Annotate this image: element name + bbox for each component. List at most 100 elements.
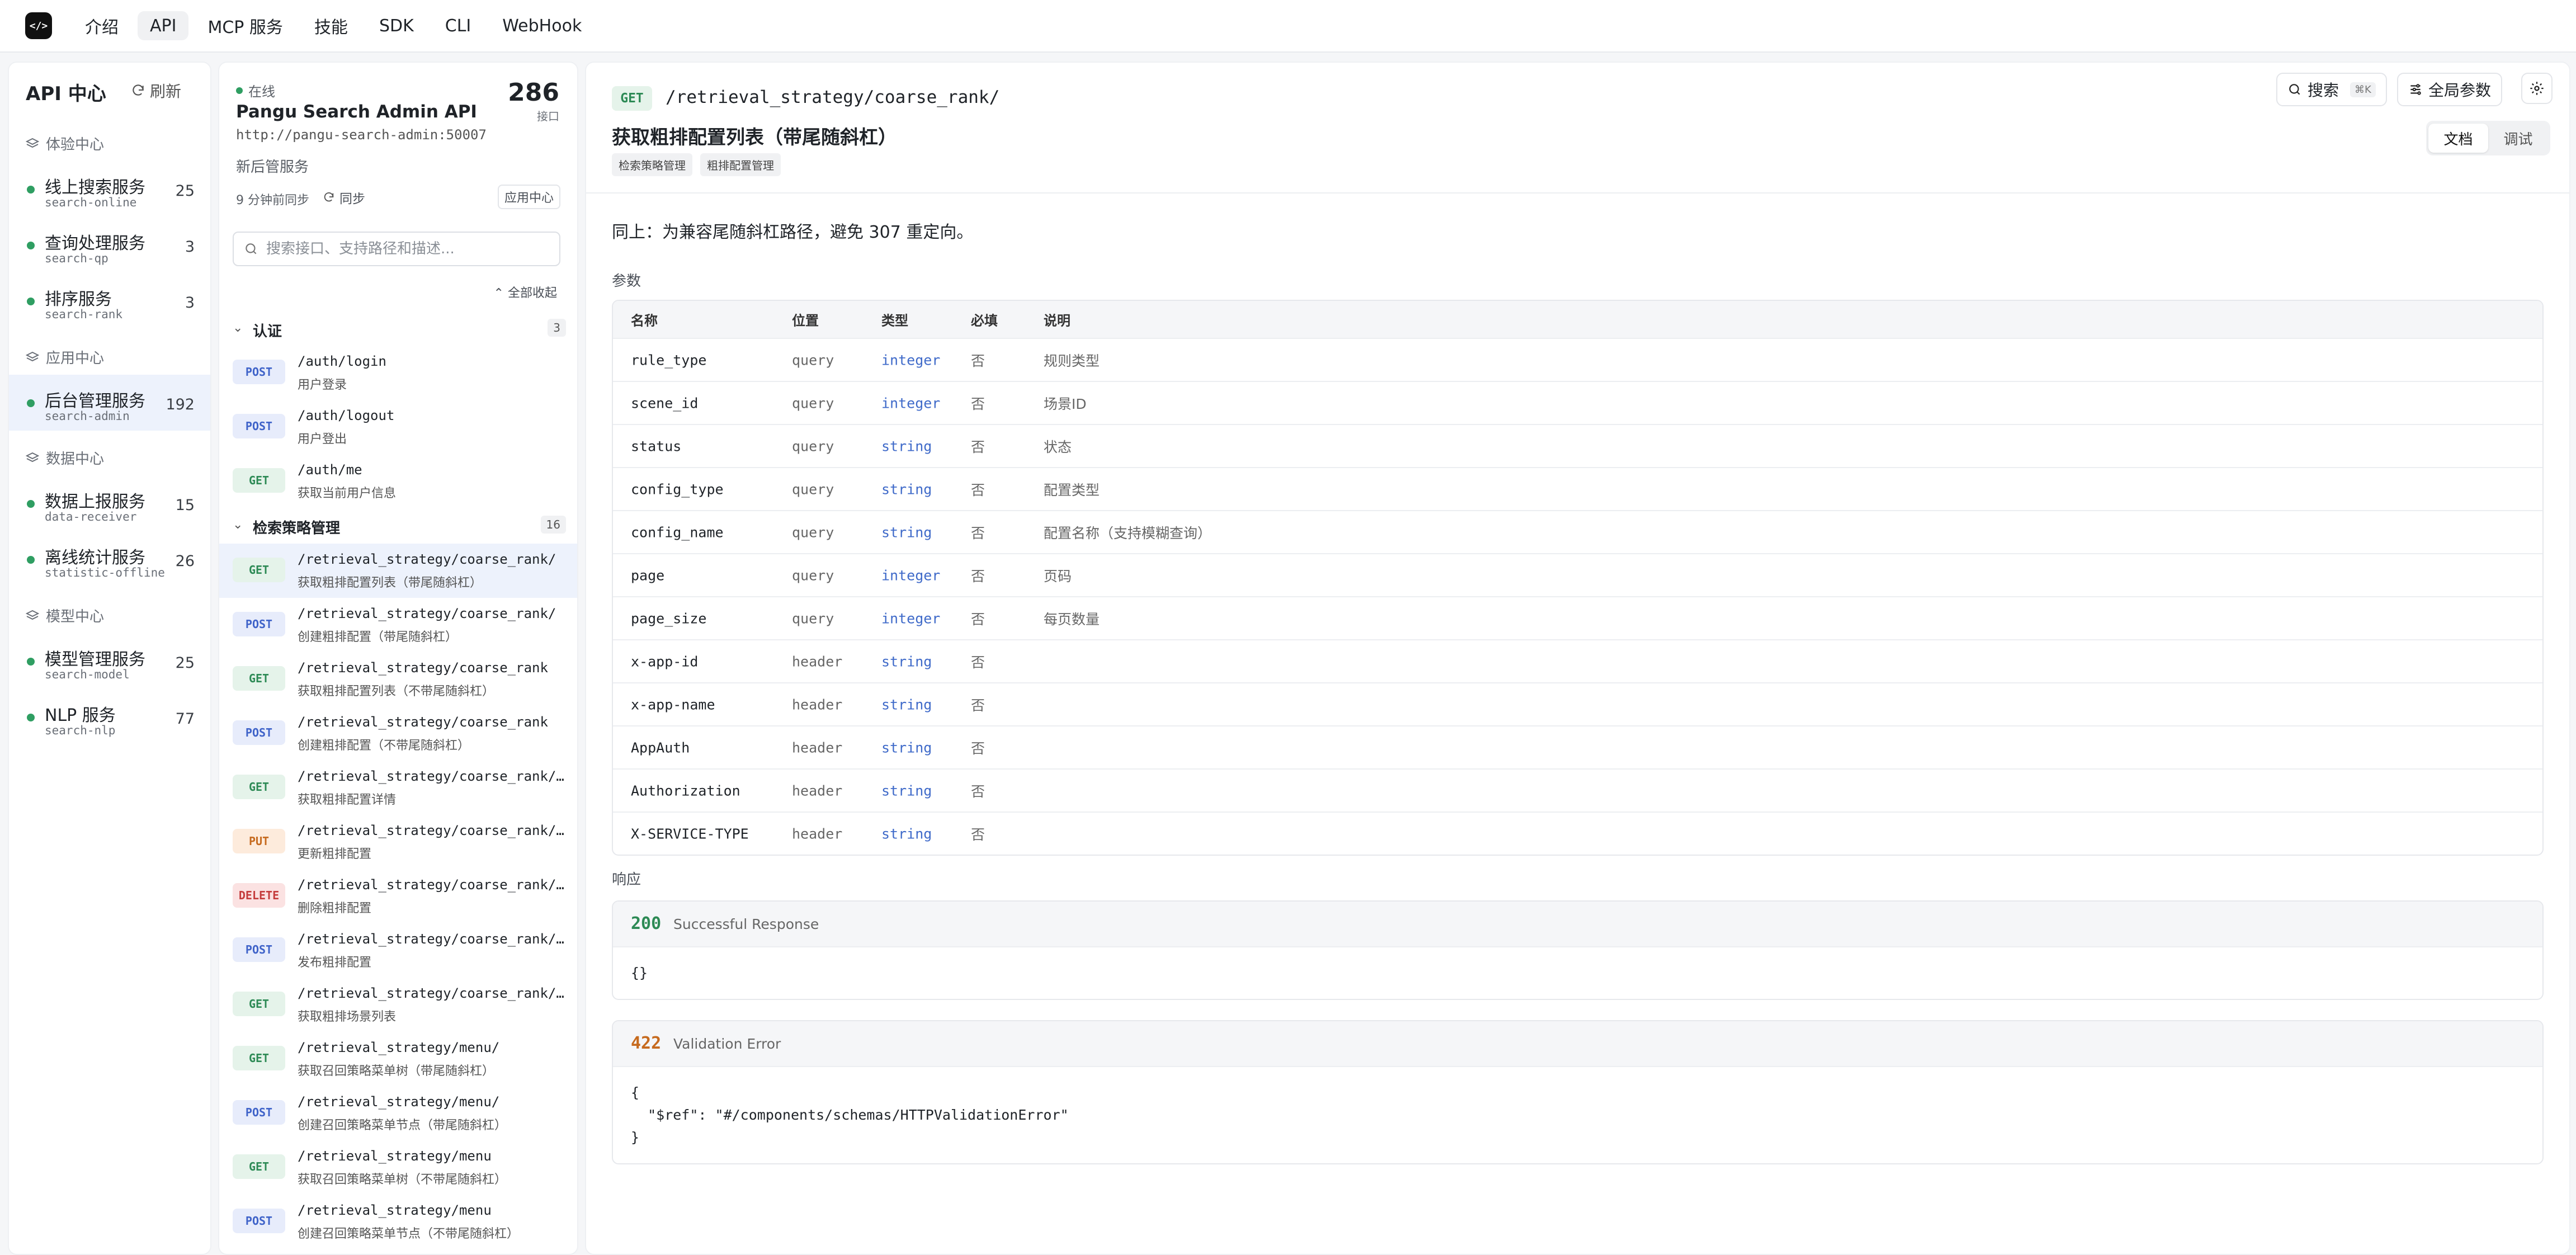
api-group-retrieval-strategy[interactable]: ⌄ 检索策略管理 16 <box>230 515 566 539</box>
endpoint-desc: 更新粗排配置 <box>298 847 372 861</box>
endpoint-item[interactable]: GET /retrieval_strategy/coarse_rank 获取粗排… <box>219 652 577 706</box>
tab-cli[interactable]: CLI <box>433 11 484 40</box>
service-name: 数据上报服务 <box>45 492 145 512</box>
service-count: 3 <box>185 238 195 256</box>
method-badge: POST <box>233 1100 285 1125</box>
service-id: search-rank <box>45 308 123 321</box>
endpoint-desc: 发布粗排配置 <box>298 956 372 970</box>
endpoint-item[interactable]: PUT /retrieval_strategy/coarse_rank/{i… … <box>219 815 577 869</box>
param-required: 否 <box>971 783 985 800</box>
service-count: 77 <box>175 710 195 728</box>
endpoint-desc: 获取召回策略菜单树（不带尾随斜杠） <box>298 1173 507 1187</box>
param-desc: 场景ID <box>1044 395 1087 412</box>
group-label: 应用中心 <box>46 350 105 367</box>
response-header: 200 Successful Response <box>613 902 2542 947</box>
service-id: search-online <box>45 196 137 209</box>
endpoint-search-input[interactable] <box>265 240 547 258</box>
endpoint-item[interactable]: GET /retrieval_strategy/coarse_rank/{i… … <box>219 761 577 815</box>
endpoint-desc: 获取粗排配置列表（不带尾随斜杠） <box>298 685 495 699</box>
method-badge: POST <box>233 720 285 745</box>
group-experience-center: 体验中心 <box>26 133 104 154</box>
app-logo[interactable]: </> <box>25 12 52 39</box>
sidebar-item-search-model[interactable]: 模型管理服务 search-model 25 <box>9 633 210 689</box>
tab-api[interactable]: API <box>138 11 189 40</box>
response-label: Successful Response <box>673 916 819 932</box>
sidebar-item-search-admin[interactable]: 后台管理服务 search-admin 192 <box>9 375 210 431</box>
endpoint-item[interactable]: POST /retrieval_strategy/coarse_rank/ 创建… <box>219 598 577 652</box>
sidebar-item-search-qp[interactable]: 查询处理服务 search-qp 3 <box>9 217 210 273</box>
param-name: status <box>631 438 682 454</box>
endpoint-item[interactable]: GET /auth/me 获取当前用户信息 <box>219 454 577 508</box>
endpoint-path: /retrieval_strategy/menu/ <box>298 1040 500 1055</box>
detail-method-badge: GET <box>612 86 652 111</box>
endpoint-item[interactable]: POST /retrieval_strategy/menu 创建召回策略菜单节点… <box>219 1195 577 1249</box>
method-badge: DELETE <box>233 883 285 908</box>
sliders-icon <box>2410 84 2421 95</box>
sync-button[interactable]: 同步 <box>323 188 365 207</box>
endpoint-item[interactable]: GET /retrieval_strategy/menu/ 获取召回策略菜单树（… <box>219 1032 577 1086</box>
param-location: header <box>792 653 843 669</box>
global-params-button[interactable]: 全局参数 <box>2397 73 2503 106</box>
endpoint-item[interactable]: DELETE /retrieval_strategy/coarse_rank/{… <box>219 869 577 923</box>
column-header: 名称 <box>631 313 658 329</box>
endpoint-item[interactable]: POST /auth/login 用户登录 <box>219 346 577 400</box>
collapse-all-button[interactable]: ⌃ 全部收起 <box>494 283 557 301</box>
api-group-count: 3 <box>548 319 566 337</box>
sidebar-item-statistic-offline[interactable]: 离线统计服务 statistic-offline 26 <box>9 531 210 587</box>
endpoint-item-selected[interactable]: GET /retrieval_strategy/coarse_rank/ 获取粗… <box>219 544 577 598</box>
param-type: integer <box>881 567 941 583</box>
tab-debug[interactable]: 调试 <box>2488 124 2548 153</box>
param-desc: 每页数量 <box>1044 611 1100 628</box>
endpoint-item[interactable]: GET /retrieval_strategy/coarse_rank/sc… … <box>219 978 577 1032</box>
tab-webhook[interactable]: WebHook <box>490 11 594 40</box>
status-dot <box>27 556 35 564</box>
endpoint-desc: 用户登录 <box>298 378 347 392</box>
tab-docs[interactable]: 文档 <box>2428 124 2488 153</box>
top-nav-tabs: 介绍 API MCP 服务 技能 SDK CLI WebHook <box>73 11 594 40</box>
param-location: query <box>792 481 834 497</box>
endpoint-item[interactable]: POST /retrieval_strategy/coarse_rank 创建粗… <box>219 706 577 761</box>
table-row: x-app-id header string 否 <box>613 639 2542 682</box>
sidebar-item-search-online[interactable]: 线上搜索服务 search-online 25 <box>9 161 210 217</box>
sidebar-item-data-receiver[interactable]: 数据上报服务 data-receiver 15 <box>9 475 210 531</box>
endpoint-desc: 获取粗排配置列表（带尾随斜杠） <box>298 576 483 590</box>
table-row: rule_type query integer 否 规则类型 <box>613 338 2542 381</box>
search-button[interactable]: 搜索 ⌘K <box>2276 73 2387 106</box>
method-badge: POST <box>233 612 285 636</box>
method-badge: GET <box>233 468 285 493</box>
settings-button[interactable] <box>2521 73 2553 104</box>
tab-mcp[interactable]: MCP 服务 <box>195 11 295 40</box>
api-group-auth[interactable]: ⌄ 认证 3 <box>230 318 566 342</box>
endpoint-path: /auth/me <box>298 462 362 478</box>
param-type: string <box>881 739 932 756</box>
param-location: query <box>792 610 834 626</box>
param-type: string <box>881 524 932 540</box>
param-type: integer <box>881 352 941 368</box>
endpoint-item[interactable]: POST /auth/logout 用户登出 <box>219 400 577 454</box>
param-location: query <box>792 352 834 368</box>
table-row: X-SERVICE-TYPE header string 否 <box>613 811 2542 855</box>
sync-time: 9 分钟前同步 <box>236 194 309 207</box>
tab-intro[interactable]: 介绍 <box>73 11 131 40</box>
tab-skills[interactable]: 技能 <box>302 11 360 40</box>
endpoint-item[interactable]: POST /retrieval_strategy/menu/ 创建召回策略菜单节… <box>219 1086 577 1140</box>
tag-chip: 检索策略管理 <box>612 153 692 176</box>
param-location: query <box>792 567 834 583</box>
params-table: 名称 位置 类型 必填 说明 rule_type query integer 否… <box>612 300 2544 856</box>
param-desc: 页码 <box>1044 568 1072 584</box>
sidebar-item-search-nlp[interactable]: NLP 服务 search-nlp 77 <box>9 689 210 745</box>
service-id: search-nlp <box>45 724 116 737</box>
sidebar-item-search-rank[interactable]: 排序服务 search-rank 3 <box>9 273 210 329</box>
refresh-button[interactable]: 刷新 <box>131 79 181 102</box>
endpoint-item[interactable]: POST /retrieval_strategy/coarse_rank/{i…… <box>219 923 577 978</box>
tab-sdk[interactable]: SDK <box>367 11 426 40</box>
endpoint-path: /auth/logout <box>298 408 395 423</box>
endpoint-item[interactable]: GET /retrieval_strategy/menu 获取召回策略菜单树（不… <box>219 1140 577 1195</box>
api-group-name: 认证 <box>253 323 282 340</box>
method-badge: GET <box>233 666 285 691</box>
endpoint-path: /auth/login <box>298 353 386 369</box>
response-header: 422 Validation Error <box>613 1021 2542 1067</box>
api-group-name: 检索策略管理 <box>253 520 341 537</box>
param-type: string <box>881 825 932 842</box>
endpoint-desc: 创建召回策略菜单节点（带尾随斜杠） <box>298 1119 507 1133</box>
